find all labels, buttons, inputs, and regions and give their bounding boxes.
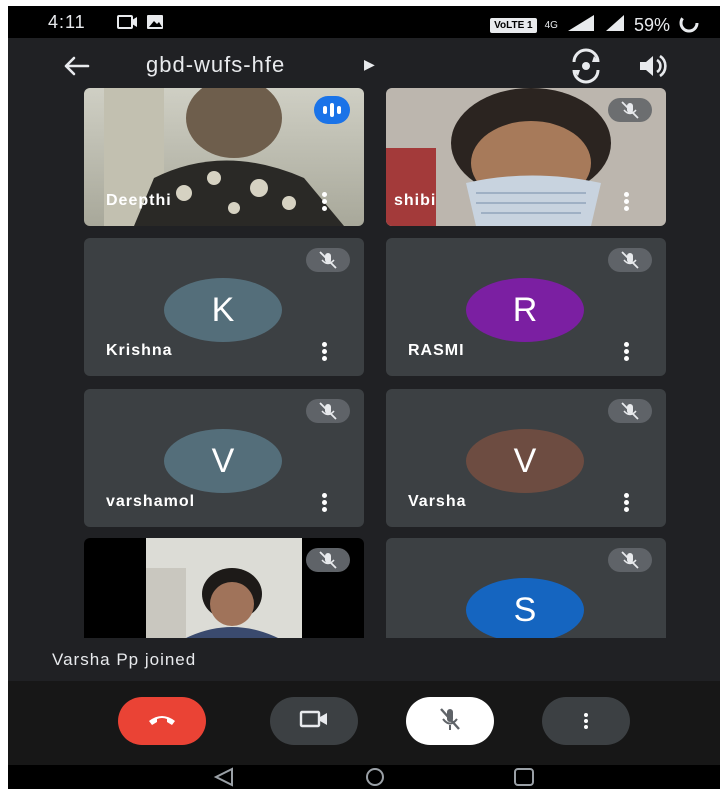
more-vert-icon[interactable] (322, 192, 328, 212)
participant-tile-video[interactable] (84, 538, 364, 638)
avatar: V (164, 429, 282, 493)
caret-right-icon[interactable]: ▶ (364, 56, 375, 73)
avatar: V (466, 429, 584, 493)
participant-name: Varsha (408, 493, 467, 510)
participant-video (146, 538, 302, 638)
participant-tile-deepthi[interactable]: Deepthi (84, 88, 364, 226)
camera-flip-icon[interactable] (568, 48, 604, 84)
volte-badge: VoLTE 1 (490, 18, 537, 33)
status-bar: 4:11 VoLTE 1 4G 59% (8, 6, 720, 38)
back-arrow-icon[interactable] (58, 50, 94, 82)
signal-icon (566, 14, 596, 37)
participant-tile-s[interactable]: S (386, 538, 666, 638)
participant-tile-rasmi[interactable]: R RASMI (386, 238, 666, 376)
meeting-code[interactable]: gbd-wufs-hfe (146, 52, 285, 78)
nav-home-icon[interactable] (364, 767, 386, 787)
participant-tile-krishna[interactable]: K Krishna (84, 238, 364, 376)
mic-toggle-button[interactable] (406, 697, 494, 745)
mic-off-badge-icon (306, 399, 350, 423)
avatar: K (164, 278, 282, 342)
end-call-button[interactable] (118, 697, 206, 745)
image-icon (146, 14, 164, 35)
mic-off-badge-icon (608, 98, 652, 122)
avatar: S (466, 578, 584, 638)
speaking-indicator-icon (314, 96, 350, 124)
status-time: 4:11 (48, 12, 86, 32)
mic-off-badge-icon (306, 548, 350, 572)
participant-name: Deepthi (106, 192, 172, 209)
mic-off-icon (435, 704, 465, 739)
join-notification: Varsha Pp joined (52, 650, 197, 669)
cast-icon (116, 14, 138, 35)
meeting-header: gbd-wufs-hfe ▶ (8, 38, 720, 94)
signal-icon-2 (604, 14, 626, 37)
more-vert-icon[interactable] (322, 342, 328, 362)
mic-off-badge-icon (608, 248, 652, 272)
nav-recents-icon[interactable] (512, 767, 536, 787)
mic-off-badge-icon (608, 399, 652, 423)
call-controls (8, 681, 720, 765)
participant-name: varshamol (106, 493, 196, 510)
participant-tile-shibi[interactable]: shibi (386, 88, 666, 226)
camera-toggle-button[interactable] (270, 697, 358, 745)
mic-off-badge-icon (608, 548, 652, 572)
meet-screen: 4:11 VoLTE 1 4G 59% gbd-wufs-hfe ▶ Deept… (8, 6, 720, 789)
more-vert-icon[interactable] (624, 342, 630, 362)
participant-tile-varsha[interactable]: V Varsha (386, 389, 666, 527)
more-vert-icon[interactable] (322, 493, 328, 513)
participant-name: RASMI (408, 342, 465, 359)
end-call-icon (146, 709, 178, 734)
more-vert-icon[interactable] (624, 192, 630, 212)
mic-off-badge-icon (306, 248, 350, 272)
more-vert-icon[interactable] (624, 493, 630, 513)
nav-back-icon[interactable] (212, 767, 236, 787)
more-options-button[interactable] (542, 697, 630, 745)
battery-level: 59% (633, 15, 670, 35)
battery-icon (678, 12, 700, 39)
participant-tile-varshamol[interactable]: V varshamol (84, 389, 364, 527)
system-nav-bar (8, 765, 720, 789)
more-options-icon (584, 713, 588, 729)
participant-name: Krishna (106, 342, 173, 359)
speaker-icon[interactable] (634, 48, 670, 84)
network-gen: 4G (544, 20, 558, 31)
camera-icon (298, 709, 330, 734)
avatar: R (466, 278, 584, 342)
participant-name: shibi (394, 192, 437, 209)
